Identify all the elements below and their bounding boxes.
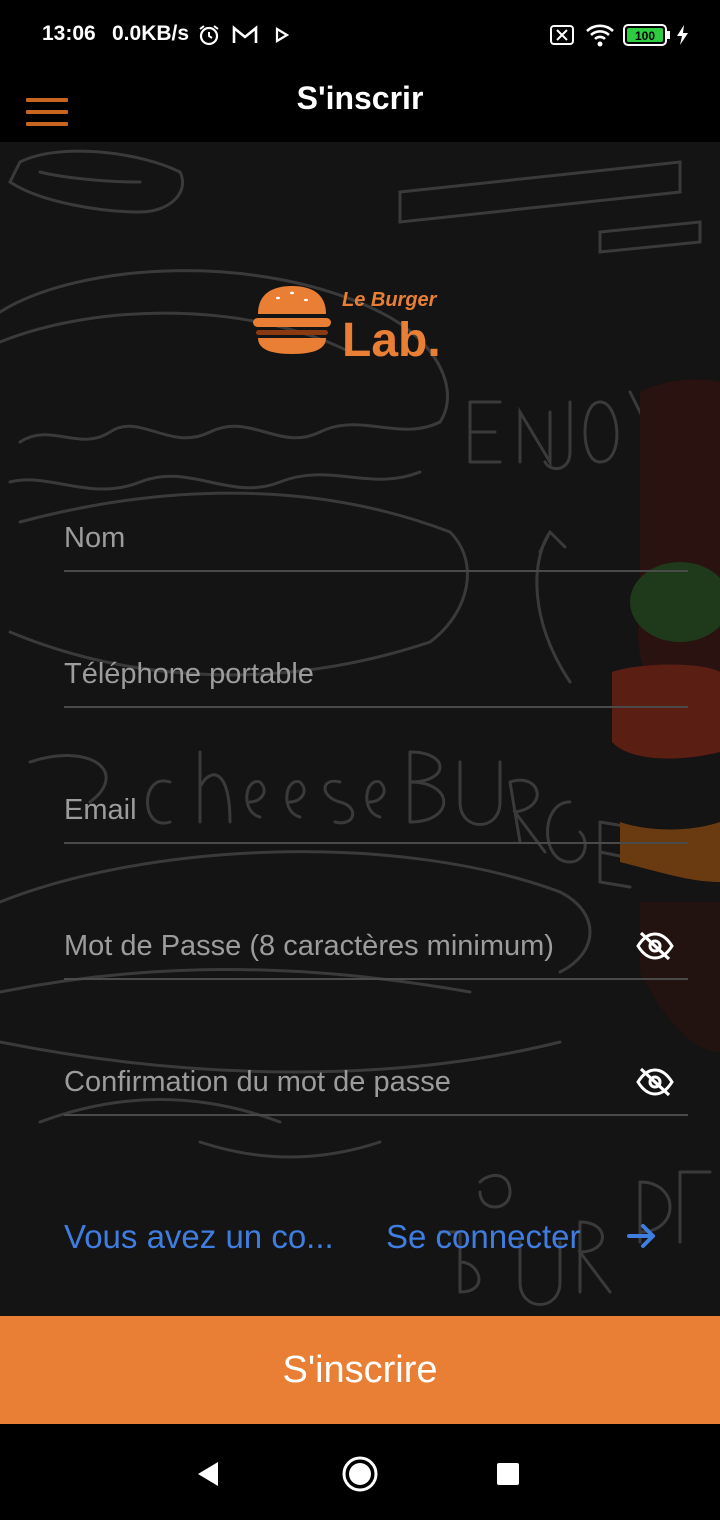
system-nav-bar bbox=[0, 1424, 720, 1520]
email-input[interactable] bbox=[64, 788, 624, 832]
back-icon[interactable] bbox=[186, 1452, 230, 1496]
app-bar: S'inscrir bbox=[0, 68, 720, 142]
name-input[interactable] bbox=[64, 516, 624, 560]
status-speed: 0.0KB/s bbox=[112, 22, 190, 45]
wifi-icon bbox=[584, 22, 616, 48]
name-field[interactable] bbox=[64, 502, 688, 572]
gmail-icon bbox=[230, 22, 260, 48]
svg-text:Lab.: Lab. bbox=[342, 314, 441, 362]
page-title: S'inscrir bbox=[296, 80, 424, 116]
phone-input[interactable] bbox=[64, 652, 624, 696]
battery-icon: 100 bbox=[622, 22, 672, 48]
phone-field[interactable] bbox=[64, 638, 688, 708]
arrow-right-icon[interactable] bbox=[626, 1220, 658, 1252]
email-field[interactable] bbox=[64, 774, 688, 844]
password-input[interactable] bbox=[64, 924, 624, 968]
status-time: 13:06 bbox=[42, 22, 96, 45]
eye-off-icon[interactable] bbox=[636, 1066, 674, 1098]
register-button-label: S'inscrire bbox=[282, 1348, 438, 1391]
confirm-password-field[interactable] bbox=[64, 1046, 688, 1116]
login-link[interactable]: Se connecter bbox=[386, 1218, 580, 1256]
le-burger-lab-logo: Le Burger Lab. bbox=[252, 282, 462, 367]
home-icon[interactable] bbox=[338, 1452, 382, 1496]
play-icon bbox=[272, 22, 292, 48]
eye-off-icon[interactable] bbox=[636, 930, 674, 962]
recents-icon[interactable] bbox=[486, 1452, 530, 1496]
password-field[interactable] bbox=[64, 910, 688, 980]
alarm-icon bbox=[196, 22, 222, 48]
sim-off-icon bbox=[548, 22, 576, 48]
have-account-text: Vous avez un co... bbox=[64, 1218, 334, 1255]
battery-level: 100 bbox=[635, 29, 655, 43]
confirm-password-input[interactable] bbox=[64, 1060, 624, 1104]
status-bar: 13:06 0.0KB/s 100 bbox=[0, 0, 720, 68]
svg-text:Le Burger: Le Burger bbox=[342, 289, 438, 311]
charging-icon bbox=[674, 22, 690, 48]
login-prompt-row: Vous avez un co... Se connecter bbox=[64, 1214, 664, 1260]
register-button[interactable]: S'inscrire bbox=[0, 1316, 720, 1424]
